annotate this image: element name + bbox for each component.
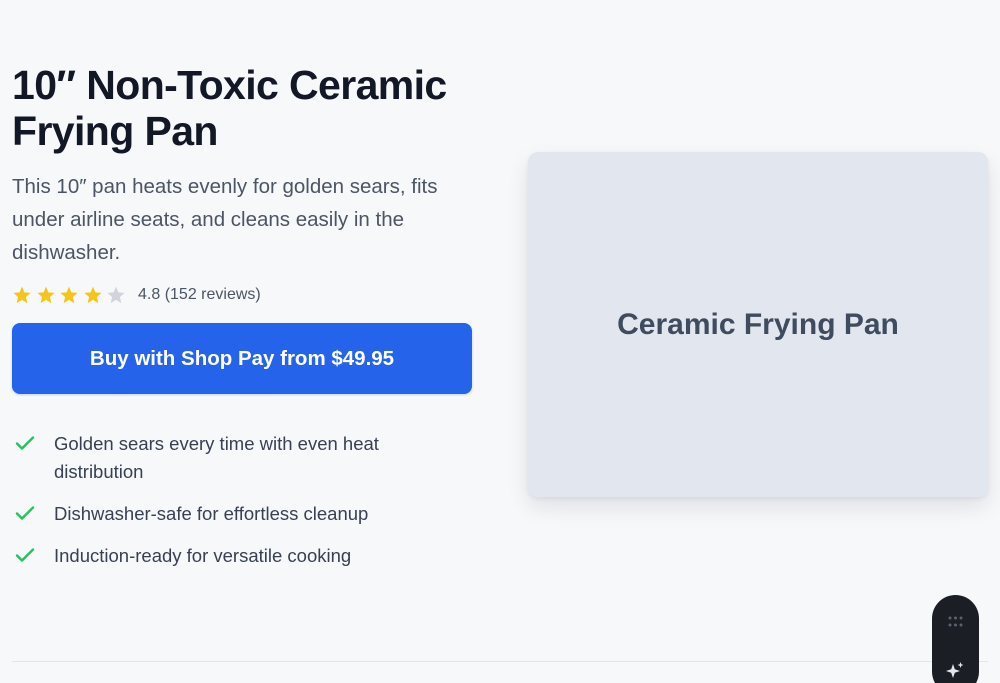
feature-text: Golden sears every time with even heat d… (54, 433, 379, 482)
star-icon (36, 286, 55, 304)
feature-text: Dishwasher-safe for effortless cleanup (54, 503, 369, 524)
divider (12, 661, 988, 662)
list-item: Golden sears every time with even heat d… (12, 430, 482, 486)
star-icon (107, 286, 125, 304)
feature-list: Golden sears every time with even heat d… (12, 430, 482, 570)
product-title: 10″ Non-Toxic Ceramic Frying Pan (12, 62, 447, 154)
feature-text: Induction-ready for versatile cooking (54, 545, 352, 566)
product-image-label: Ceramic Frying Pan (617, 307, 899, 341)
star-icon (60, 286, 78, 304)
check-icon (15, 548, 35, 562)
product-rating: 4.8 (152 reviews) (12, 283, 482, 307)
check-icon (15, 506, 35, 520)
star-icon (13, 286, 31, 304)
buy-with-shop-pay-button[interactable]: Buy with Shop Pay from $49.95 (12, 323, 472, 394)
grid-dots-icon[interactable] (948, 616, 963, 627)
list-item: Induction-ready for versatile cooking (12, 542, 482, 570)
rating-stars (12, 285, 126, 305)
product-description: This 10″ pan heats evenly for golden sea… (12, 175, 438, 264)
rating-text: 4.8 (152 reviews) (138, 286, 261, 303)
product-page: 10″ Non-Toxic Ceramic Frying Pan This 10… (0, 0, 1000, 683)
floating-assistant-widget[interactable] (932, 595, 979, 683)
list-item: Dishwasher-safe for effortless cleanup (12, 500, 482, 528)
product-info: 10″ Non-Toxic Ceramic Frying Pan This 10… (12, 62, 482, 584)
sparkle-icon[interactable] (944, 660, 966, 682)
star-icon (83, 286, 102, 304)
check-icon (15, 436, 35, 450)
product-image: Ceramic Frying Pan (528, 152, 988, 497)
